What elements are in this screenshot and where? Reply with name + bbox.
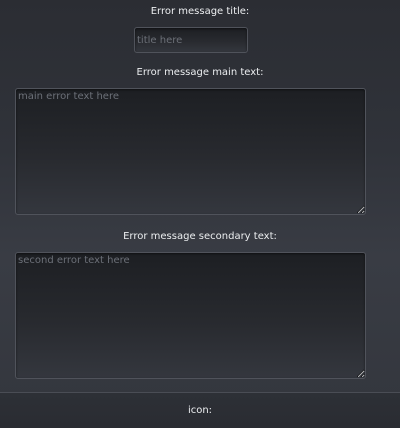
secondary-text-textarea[interactable] [15, 252, 366, 379]
icon-label: icon: [187, 405, 213, 416]
title-input[interactable] [134, 27, 248, 53]
secondary-text-label: Error message secondary text: [123, 231, 277, 242]
main-text-label: Error message main text: [136, 67, 264, 78]
title-label: Error message title: [150, 6, 250, 17]
main-text-textarea[interactable] [15, 88, 366, 215]
